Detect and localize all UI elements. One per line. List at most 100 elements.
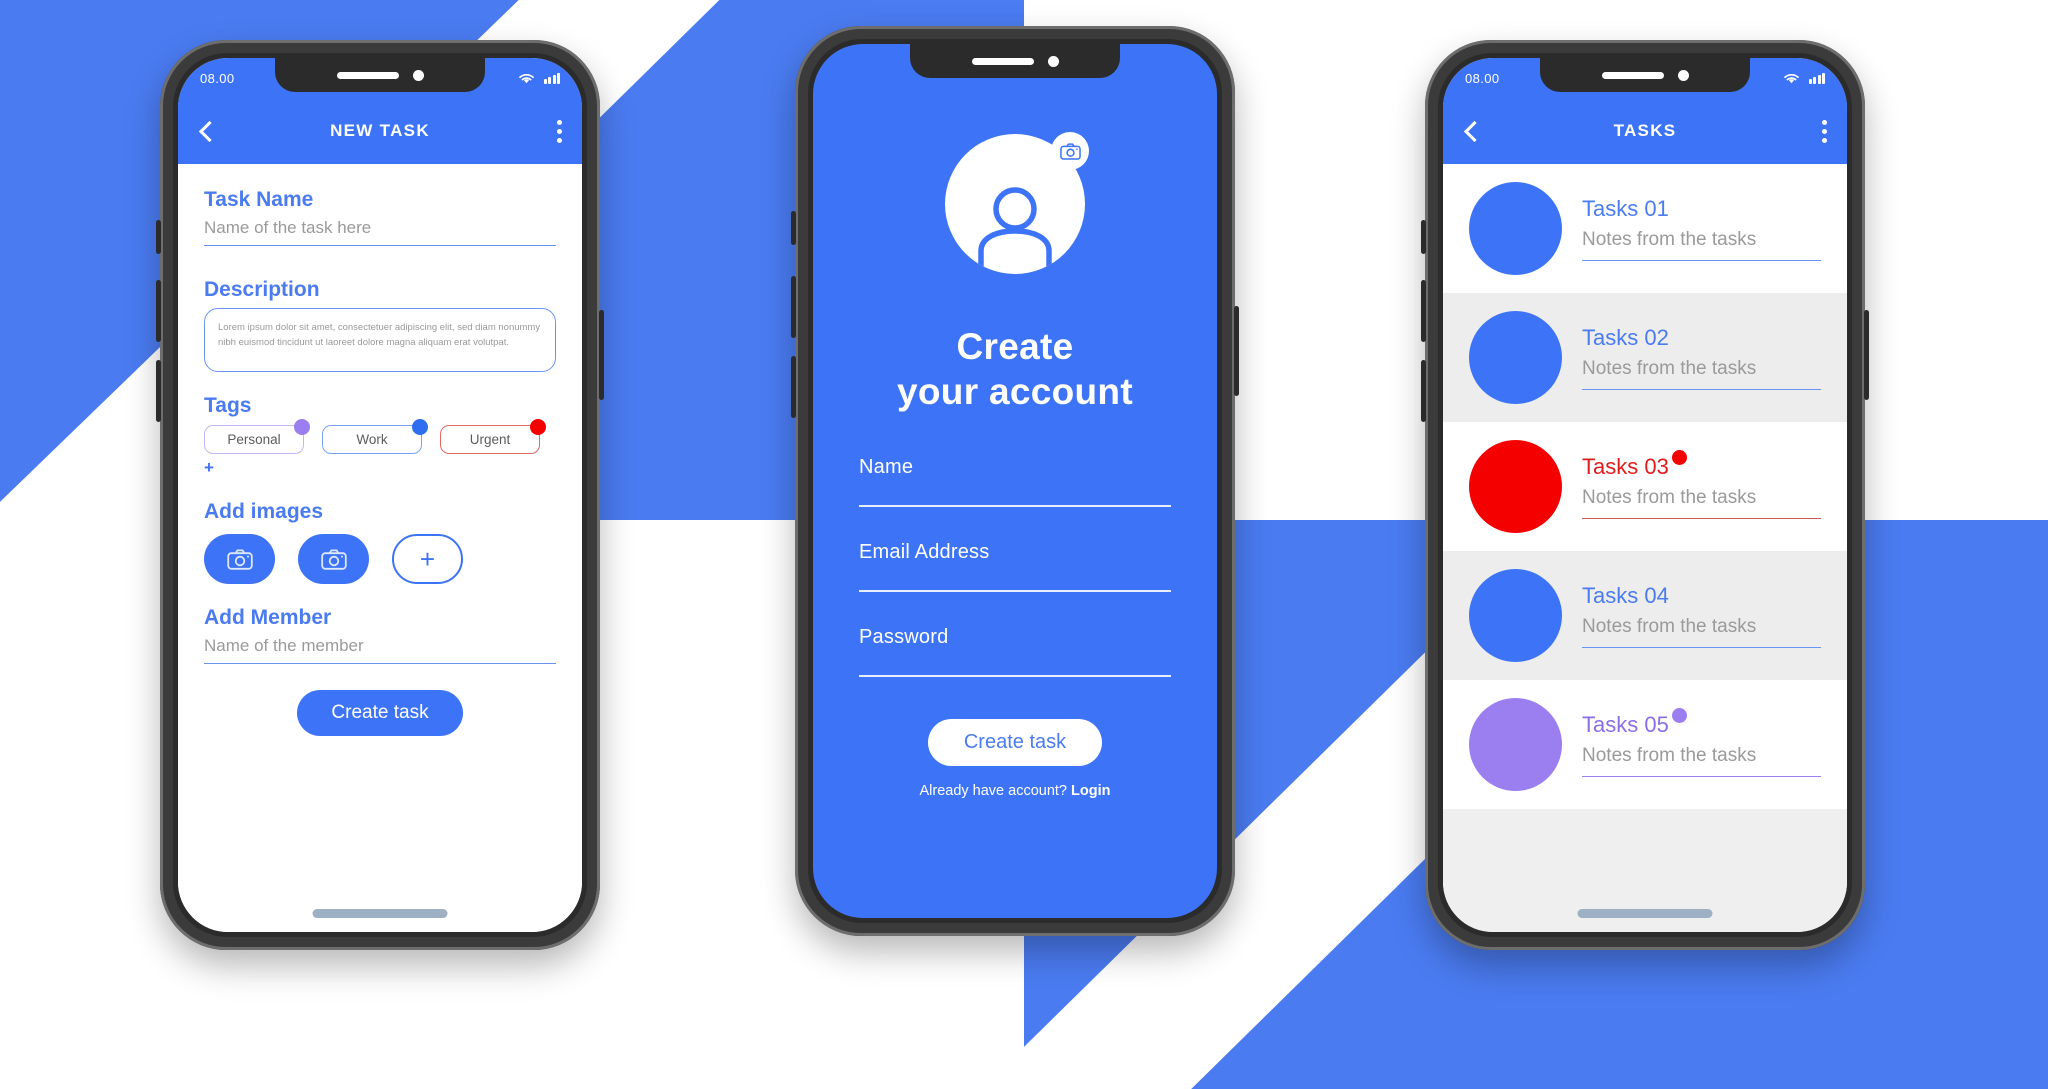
task-note: Notes from the tasks — [1582, 357, 1757, 379]
plus-icon: + — [419, 544, 436, 574]
task-avatar — [1469, 569, 1562, 662]
phone-button-volume-up[interactable] — [791, 276, 796, 338]
front-camera-icon — [412, 69, 424, 81]
add-image-button-more[interactable]: + — [392, 534, 463, 584]
camera-icon — [320, 549, 347, 570]
task-avatar — [1469, 698, 1562, 791]
phone-button-mute[interactable] — [156, 220, 161, 254]
task-title: Tasks 01 — [1582, 195, 1669, 221]
speaker-icon — [336, 71, 399, 79]
home-indicator[interactable] — [312, 909, 448, 918]
wifi-icon — [1783, 73, 1799, 83]
add-tag-button[interactable]: + — [204, 458, 556, 478]
signup-form: Name Email Address Password — [859, 456, 1171, 711]
add-image-button-1[interactable] — [204, 534, 275, 584]
page-title: TASKS — [1613, 121, 1677, 140]
status-time: 08.00 — [1465, 70, 1500, 86]
phone-button-volume-down[interactable] — [1421, 360, 1426, 422]
app-bar: NEW TASK — [178, 98, 582, 164]
table-row[interactable]: Tasks 03 Notes from the tasks — [1443, 422, 1847, 551]
kebab-menu-icon[interactable] — [557, 119, 562, 143]
phone-button-power[interactable] — [599, 310, 604, 400]
wifi-icon — [518, 73, 534, 83]
signup-heading-line2: your account — [897, 371, 1133, 413]
battery-icon — [543, 72, 560, 84]
description-label: Description — [204, 278, 320, 301]
email-field-label: Email Address — [859, 541, 990, 564]
phone-button-volume-up[interactable] — [1421, 280, 1426, 342]
task-title-text: Tasks 05 — [1582, 711, 1669, 737]
password-field[interactable]: Password — [859, 626, 1171, 678]
front-camera-icon — [1047, 55, 1059, 67]
name-field[interactable]: Name — [859, 456, 1171, 508]
task-name-input[interactable]: Name of the task here — [204, 218, 556, 246]
table-row[interactable]: Tasks 01 Notes from the tasks — [1443, 164, 1847, 293]
name-field-underline — [859, 505, 1171, 508]
add-member-input[interactable]: Name of the member — [204, 636, 556, 664]
login-link[interactable]: Login — [1071, 783, 1110, 799]
phone-new-task: 08.00 NEW TASK Task Name Name of the tas… — [156, 40, 604, 950]
camera-icon — [226, 549, 253, 570]
add-image-button-2[interactable] — [298, 534, 369, 584]
tag-personal[interactable]: Personal — [204, 419, 310, 454]
task-note: Notes from the tasks — [1582, 228, 1757, 250]
speaker-icon — [1601, 71, 1664, 79]
app-bar: TASKS — [1443, 98, 1847, 164]
tag-dot-icon — [294, 419, 310, 435]
add-images-label: Add images — [204, 500, 324, 523]
login-prompt: Already have account? Login — [919, 783, 1110, 799]
task-title-text: Tasks 03 — [1582, 453, 1669, 479]
home-indicator[interactable] — [1577, 909, 1713, 918]
task-name-label: Task Name — [204, 188, 314, 211]
phone-notch — [275, 58, 485, 92]
login-prompt-text: Already have account? — [919, 783, 1067, 800]
page-title: NEW TASK — [330, 121, 430, 140]
phone-button-volume-down[interactable] — [156, 360, 161, 422]
task-title: Tasks 02 — [1582, 324, 1669, 350]
tag-urgent[interactable]: Urgent — [440, 419, 546, 454]
phone-button-mute[interactable] — [791, 211, 796, 245]
phone-button-volume-down[interactable] — [791, 356, 796, 418]
tag-dot-icon — [412, 419, 428, 435]
front-camera-icon — [1677, 69, 1689, 81]
phone-button-volume-up[interactable] — [156, 280, 161, 342]
signup-heading: Create your account — [897, 324, 1133, 414]
create-task-button[interactable]: Create task — [297, 690, 463, 736]
name-field-label: Name — [859, 456, 914, 479]
add-images-row: + — [204, 534, 556, 584]
task-note: Notes from the tasks — [1582, 486, 1757, 508]
add-member-label: Add Member — [204, 606, 332, 629]
speaker-icon — [971, 57, 1034, 65]
change-photo-button[interactable] — [1051, 132, 1089, 170]
table-row[interactable]: Tasks 02 Notes from the tasks — [1443, 293, 1847, 422]
tag-label: Personal — [227, 432, 281, 447]
task-note: Notes from the tasks — [1582, 615, 1757, 637]
phone-tasks-list: 08.00 TASKS Tasks 01 Notes from the task… — [1421, 40, 1869, 950]
tags-label: Tags — [204, 394, 252, 417]
task-underline — [1582, 259, 1821, 262]
task-title: Tasks 05 — [1582, 707, 1687, 738]
task-underline — [1582, 517, 1821, 520]
avatar[interactable] — [945, 132, 1089, 274]
create-task-button[interactable]: Create task — [927, 719, 1103, 767]
status-badge — [1671, 707, 1687, 723]
task-title: Tasks 04 — [1582, 582, 1669, 608]
tag-work[interactable]: Work — [322, 419, 428, 454]
phone-button-power[interactable] — [1864, 310, 1869, 400]
email-field-underline — [859, 590, 1171, 593]
table-row[interactable]: Tasks 05 Notes from the tasks — [1443, 680, 1847, 809]
kebab-menu-icon[interactable] — [1822, 119, 1827, 143]
email-field[interactable]: Email Address — [859, 541, 1171, 593]
task-avatar — [1469, 311, 1562, 404]
camera-icon — [1059, 142, 1081, 160]
phone-button-mute[interactable] — [1421, 220, 1426, 254]
phone-button-power[interactable] — [1234, 306, 1239, 396]
description-input[interactable]: Lorem ipsum dolor sit amet, consectetuer… — [204, 308, 556, 372]
table-row[interactable]: Tasks 04 Notes from the tasks — [1443, 551, 1847, 680]
task-underline — [1582, 388, 1821, 391]
password-field-underline — [859, 675, 1171, 678]
task-avatar — [1469, 182, 1562, 275]
tag-dot-icon — [530, 419, 546, 435]
tags-row: Personal Work Urgent — [204, 419, 556, 454]
signup-heading-line1: Create — [956, 326, 1074, 367]
